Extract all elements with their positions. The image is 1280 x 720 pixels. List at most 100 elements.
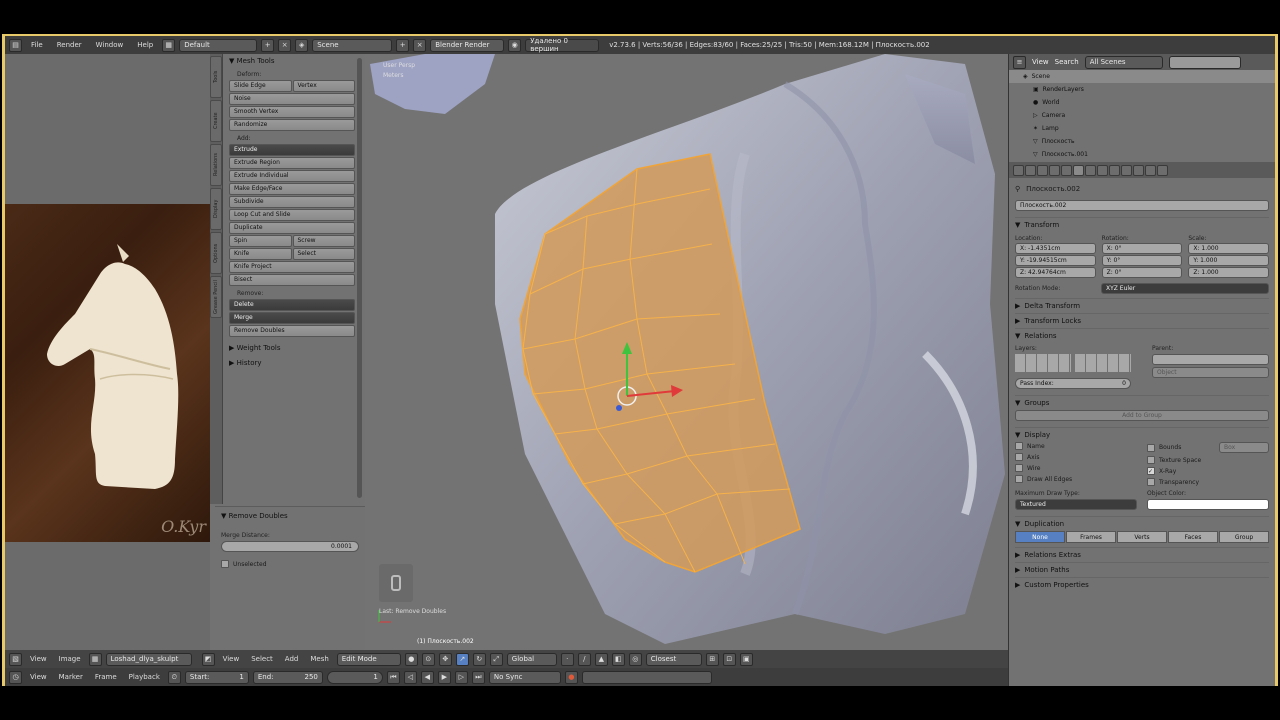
record-icon[interactable]: ● <box>564 670 578 684</box>
last-operator-icon[interactable] <box>379 564 413 602</box>
scene-icon[interactable]: ◈ <box>295 38 309 52</box>
material-tab-icon[interactable] <box>1121 164 1132 176</box>
remove-doubles-button[interactable]: Remove Doubles <box>229 325 355 337</box>
knife-button[interactable]: Knife <box>229 248 292 260</box>
name-checkbox[interactable] <box>1015 442 1023 450</box>
location-y-field[interactable]: Y: -19.94515cm <box>1015 255 1096 266</box>
noise-button[interactable]: Noise <box>229 93 355 105</box>
relations-header[interactable]: ▼ Relations <box>1015 328 1269 343</box>
play-reverse-icon[interactable]: ◀ <box>420 670 434 684</box>
redo-header[interactable]: ▼ Remove Doubles <box>221 511 359 522</box>
outliner-item-plane[interactable]: ▽ Плоскость <box>1009 135 1275 148</box>
rotation-y-field[interactable]: Y: 0° <box>1101 255 1183 266</box>
start-frame-field[interactable]: Start: 1 <box>184 670 249 684</box>
merge-menu[interactable]: Merge <box>229 312 355 324</box>
proportional-falloff-selector[interactable]: Closest <box>645 652 702 666</box>
current-frame-field[interactable]: 1 <box>326 670 383 684</box>
scale-icon[interactable]: ⤢ <box>489 652 503 666</box>
outliner-item-camera[interactable]: ▷ Camera <box>1009 109 1275 122</box>
draw-all-edges-checkbox[interactable] <box>1015 475 1023 483</box>
bisect-button[interactable]: Bisect <box>229 274 355 286</box>
merge-distance-field[interactable]: 0.0001 <box>221 541 359 552</box>
smooth-vertex-button[interactable]: Smooth Vertex <box>229 106 355 118</box>
proportional-icon[interactable]: ◎ <box>628 652 642 666</box>
scale-z-field[interactable]: Z: 1.000 <box>1188 267 1270 278</box>
3d-view-menu[interactable]: View <box>219 655 244 663</box>
dup-none-button[interactable]: None <box>1015 531 1065 543</box>
sync-mode-selector[interactable]: No Sync <box>488 670 561 684</box>
slide-edge-button[interactable]: Slide Edge <box>229 80 292 92</box>
image-editor[interactable]: O.Kyr <box>5 54 210 650</box>
editor-type-icon[interactable]: ▤ <box>9 38 22 52</box>
wire-checkbox[interactable] <box>1015 464 1023 472</box>
tab-relations[interactable]: Relations <box>210 144 222 186</box>
select-menu[interactable]: Select <box>247 655 277 663</box>
dup-frames-button[interactable]: Frames <box>1066 531 1116 543</box>
layout-selector[interactable]: Default <box>179 38 258 52</box>
bounds-checkbox[interactable] <box>1147 443 1155 452</box>
play-icon[interactable]: ▶ <box>437 670 451 684</box>
outliner-search-menu[interactable]: Search <box>1055 58 1079 66</box>
render-tab-icon[interactable] <box>1025 164 1036 176</box>
layout-remove-icon[interactable]: × <box>278 38 292 52</box>
pin-icon[interactable]: ⚲ <box>1015 185 1020 193</box>
snap-icon[interactable]: ⊞ <box>705 652 719 666</box>
menu-help[interactable]: Help <box>132 41 158 49</box>
layer-block-2[interactable] <box>1075 354 1131 372</box>
timeline-editor-icon[interactable]: ◷ <box>9 670 22 684</box>
transform-panel-header[interactable]: ▼ Transform <box>1015 217 1269 232</box>
world-tab-icon[interactable] <box>1061 164 1072 176</box>
tab-create[interactable]: Create <box>210 100 222 142</box>
marker-menu[interactable]: Marker <box>55 673 87 681</box>
snap-element-icon[interactable]: ⊡ <box>722 652 736 666</box>
outliner-item-world[interactable]: ● World <box>1009 96 1275 109</box>
display-header[interactable]: ▼ Display <box>1015 427 1269 442</box>
jump-start-icon[interactable]: ⏮ <box>386 670 400 684</box>
toolshelf-scrollbar[interactable] <box>357 58 362 498</box>
3d-viewport[interactable]: User Persp Meters Last: Remove Doubles (… <box>365 54 1008 650</box>
xray-checkbox[interactable]: ✓ <box>1147 467 1155 475</box>
duplicate-button[interactable]: Duplicate <box>229 222 355 234</box>
physics-tab-icon[interactable] <box>1157 164 1168 176</box>
slide-vertex-button[interactable]: Vertex <box>292 80 355 92</box>
vertex-select-icon[interactable]: · <box>560 652 574 666</box>
layer-grid[interactable] <box>1015 354 1132 372</box>
render-engine-selector[interactable]: Blender Render <box>430 38 505 52</box>
max-draw-select[interactable]: Textured <box>1015 499 1137 510</box>
scene-tab-icon[interactable] <box>1049 164 1060 176</box>
object-color-swatch[interactable] <box>1147 499 1269 510</box>
jump-end-icon[interactable]: ⏭ <box>471 670 485 684</box>
scale-y-field[interactable]: Y: 1.000 <box>1188 255 1270 266</box>
transparency-checkbox[interactable] <box>1147 478 1155 486</box>
keying-set-field[interactable] <box>581 670 712 684</box>
rotation-z-field[interactable]: Z: 0° <box>1101 267 1183 278</box>
extrude-region-button[interactable]: Extrude Region <box>229 157 355 169</box>
extrude-menu[interactable]: Extrude <box>229 144 355 156</box>
particles-tab-icon[interactable] <box>1145 164 1156 176</box>
history-header[interactable]: ▶ History <box>229 358 355 369</box>
prev-keyframe-icon[interactable]: ◁ <box>403 670 417 684</box>
menu-window[interactable]: Window <box>91 41 129 49</box>
layout-add-icon[interactable]: + <box>261 38 275 52</box>
outliner-display-selector[interactable]: All Scenes <box>1084 55 1163 69</box>
weight-tools-header[interactable]: ▶ Weight Tools <box>229 343 355 354</box>
scene-remove-icon[interactable]: × <box>413 38 427 52</box>
layout-icon[interactable]: ▦ <box>162 38 176 52</box>
next-keyframe-icon[interactable]: ▷ <box>454 670 468 684</box>
image-name-field[interactable]: Loshad_dlya_skulpt <box>105 652 192 666</box>
translate-icon[interactable]: ↗ <box>455 652 469 666</box>
rotate-icon[interactable]: ↻ <box>472 652 486 666</box>
screw-button[interactable]: Screw <box>292 235 355 247</box>
motion-paths-header[interactable]: ▶ Motion Paths <box>1015 562 1269 577</box>
edge-select-icon[interactable]: / <box>577 652 591 666</box>
tab-tools[interactable]: Tools <box>210 56 222 98</box>
axis-checkbox[interactable] <box>1015 453 1023 461</box>
outliner-item-lamp[interactable]: ✶ Lamp <box>1009 122 1275 135</box>
randomize-button[interactable]: Randomize <box>229 119 355 131</box>
groups-header[interactable]: ▼ Groups <box>1015 395 1269 410</box>
render-preview-icon[interactable]: ▣ <box>739 652 753 666</box>
object-name-field[interactable]: Плоскость.002 <box>1015 200 1269 211</box>
custom-properties-header[interactable]: ▶ Custom Properties <box>1015 577 1269 592</box>
parent-field[interactable] <box>1152 354 1269 365</box>
bounds-type-select[interactable]: Box <box>1219 442 1269 453</box>
